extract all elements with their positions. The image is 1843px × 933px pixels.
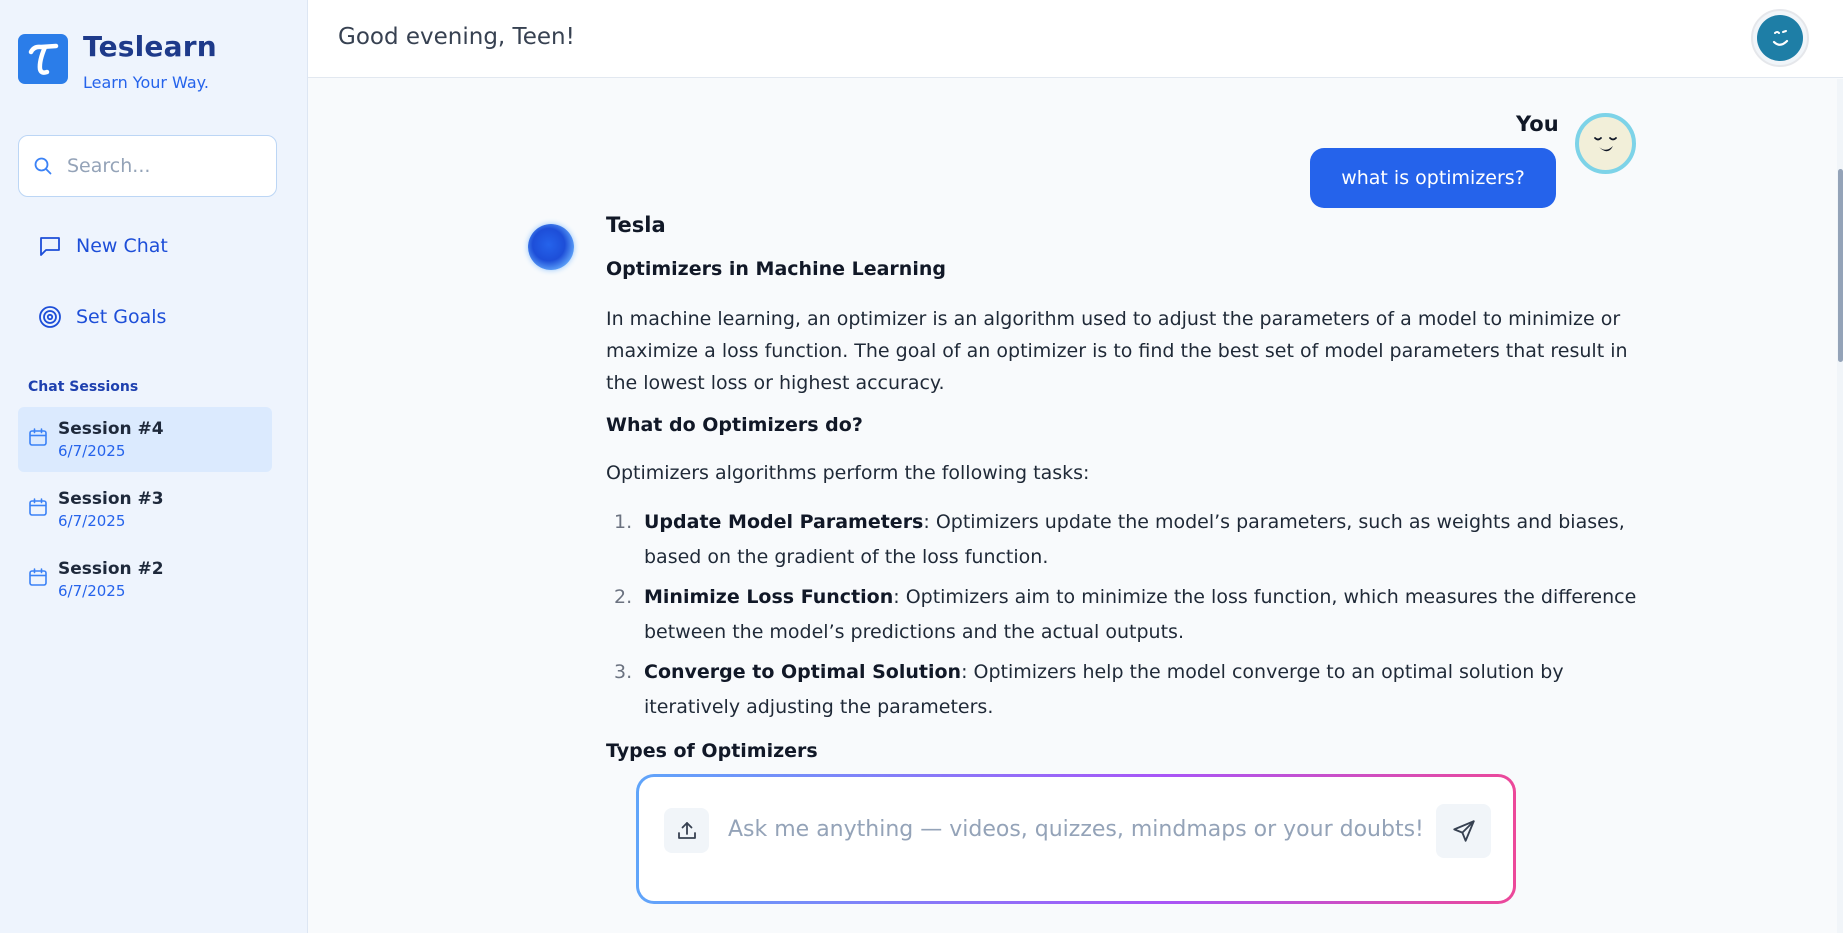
calendar-icon (29, 498, 47, 516)
top-header: Good evening, Teen! (308, 0, 1843, 78)
tau-logo-icon (28, 43, 59, 75)
session-item[interactable]: Session #4 6/7/2025 (18, 407, 272, 472)
greeting-text: Good evening, Teen! (338, 24, 575, 50)
bot-name-label: Tesla (606, 213, 666, 237)
session-title: Session #4 (58, 419, 164, 439)
teslearn-logo (18, 34, 68, 84)
message-input[interactable]: Ask me anything — videos, quizzes, mindm… (728, 817, 1424, 842)
task-title: Minimize Loss Function (644, 586, 894, 608)
profile-avatar-icon (1757, 15, 1803, 61)
list-item: 2. Minimize Loss Function: Optimizers ai… (606, 580, 1638, 650)
scrollbar-track[interactable] (1837, 79, 1843, 933)
bot-answer: Optimizers in Machine Learning In machin… (606, 257, 1638, 763)
list-number: 2. (614, 586, 633, 608)
list-item: 3. Converge to Optimal Solution: Optimiz… (606, 655, 1638, 725)
send-icon (1452, 820, 1475, 842)
app-name: Teslearn (83, 30, 217, 63)
user-avatar (1575, 113, 1636, 174)
brand[interactable]: Teslearn Learn Your Way. (18, 30, 217, 92)
calendar-icon (29, 568, 47, 586)
user-name-label: You (1516, 112, 1559, 136)
answer-subheading: What do Optimizers do? (606, 414, 863, 436)
task-title: Converge to Optimal Solution (644, 661, 962, 683)
session-title: Session #3 (58, 489, 164, 509)
upload-icon (677, 821, 696, 839)
upload-button[interactable] (664, 808, 709, 853)
list-number: 3. (614, 661, 633, 683)
sleepy-face-icon (1593, 136, 1617, 151)
session-date: 6/7/2025 (58, 442, 126, 460)
new-chat-label: New Chat (76, 235, 168, 257)
search-icon (34, 157, 52, 175)
search-box[interactable] (18, 135, 277, 197)
bot-avatar (528, 224, 574, 270)
target-icon (39, 306, 61, 328)
session-item[interactable]: Session #2 6/7/2025 (18, 547, 272, 612)
session-date: 6/7/2025 (58, 582, 126, 600)
answer-intro: In machine learning, an optimizer is an … (606, 308, 1628, 394)
new-chat-button[interactable]: New Chat (38, 234, 168, 258)
answer-heading: Optimizers in Machine Learning (606, 258, 946, 280)
user-message-bubble: what is optimizers? (1310, 148, 1556, 208)
profile-avatar-button[interactable] (1751, 9, 1809, 67)
app-tagline: Learn Your Way. (83, 73, 209, 92)
chat-sessions-heading: Chat Sessions (28, 379, 139, 395)
chat-composer: Ask me anything — videos, quizzes, mindm… (636, 774, 1516, 904)
set-goals-label: Set Goals (76, 306, 167, 328)
session-date: 6/7/2025 (58, 512, 126, 530)
scrollbar-thumb[interactable] (1838, 169, 1843, 362)
task-title: Update Model Parameters (644, 511, 924, 533)
task-list: 1. Update Model Parameters: Optimizers u… (606, 505, 1638, 725)
chat-bubble-icon (40, 237, 60, 256)
answer-lead: Optimizers algorithms perform the follow… (606, 462, 1090, 484)
list-number: 1. (614, 511, 633, 533)
types-heading: Types of Optimizers (606, 740, 818, 762)
sidebar: Teslearn Learn Your Way. New Chat Set Go… (0, 0, 308, 933)
send-button[interactable] (1436, 804, 1491, 858)
list-item: 1. Update Model Parameters: Optimizers u… (606, 505, 1638, 575)
calendar-icon (29, 428, 47, 446)
session-title: Session #2 (58, 559, 164, 579)
set-goals-button[interactable]: Set Goals (38, 305, 166, 329)
session-item[interactable]: Session #3 6/7/2025 (18, 477, 272, 542)
search-input[interactable] (67, 155, 257, 177)
